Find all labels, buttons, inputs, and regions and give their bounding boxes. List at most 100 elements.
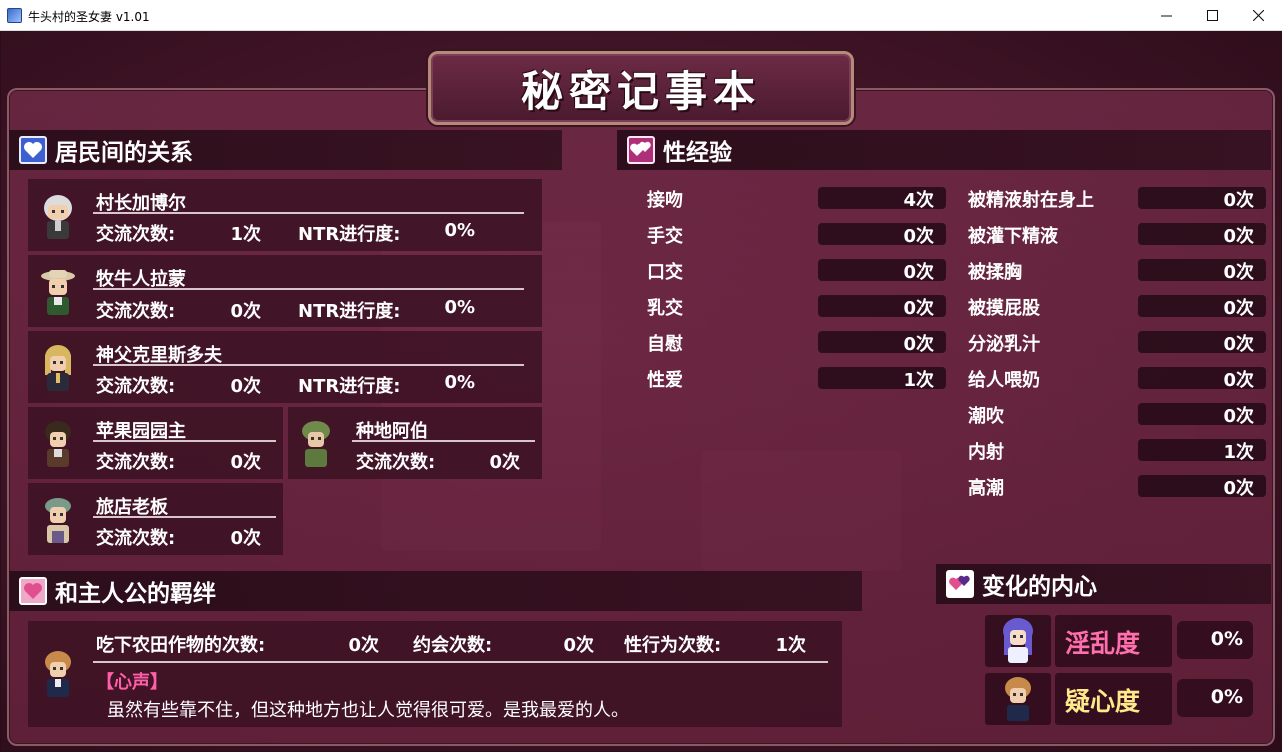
lewdness-value: 0% bbox=[1210, 628, 1243, 650]
close-button[interactable] bbox=[1235, 0, 1281, 31]
minimize-icon bbox=[1160, 15, 1172, 17]
experience-value: 0次 bbox=[903, 298, 934, 319]
suspicion-value: 0% bbox=[1210, 686, 1243, 708]
heart-change-header: 变化的内心 bbox=[936, 564, 1271, 604]
talk-count-value: 0次 bbox=[230, 452, 261, 473]
ntr-label: NTR进行度: bbox=[298, 376, 401, 397]
double-heart-icon bbox=[946, 570, 974, 598]
protagonist-portrait-frame bbox=[985, 673, 1051, 725]
experience-label: 乳交 bbox=[647, 298, 683, 319]
experience-value: 0次 bbox=[1223, 298, 1254, 319]
experience-value: 0次 bbox=[1223, 478, 1254, 499]
experience-label: 手交 bbox=[647, 226, 683, 247]
talk-count-value: 0次 bbox=[230, 376, 261, 397]
lewdness-value-box: 0% bbox=[1177, 621, 1253, 659]
experience-value: 1次 bbox=[903, 370, 934, 391]
talk-count-label: 交流次数: bbox=[96, 376, 176, 397]
app-icon bbox=[7, 8, 22, 23]
crops-eaten-value: 0次 bbox=[348, 635, 379, 656]
page-title: 秘密记事本 bbox=[520, 66, 761, 116]
ntr-value: 0% bbox=[444, 372, 475, 393]
bond-header: 和主人公的羁绊 bbox=[9, 571, 862, 611]
game-screen: 秘密记事本 居民间的关系 村长加博尔 交流次数: 1次 NTR进行度: 0% 牧… bbox=[1, 31, 1281, 751]
ntr-label: NTR进行度: bbox=[298, 224, 401, 245]
innkeeper-portrait-icon bbox=[45, 498, 71, 543]
experience-label: 口交 bbox=[647, 262, 683, 283]
close-icon bbox=[1252, 10, 1264, 21]
experience-value: 0次 bbox=[903, 334, 934, 355]
double-heart-icon bbox=[627, 136, 655, 164]
heart-icon bbox=[19, 136, 47, 164]
lewdness-label-box: 淫乱度 bbox=[1055, 615, 1172, 667]
experience-header: 性经验 bbox=[617, 130, 1271, 170]
maximize-icon bbox=[1206, 10, 1218, 21]
experience-value: 0次 bbox=[903, 262, 934, 283]
ntr-value: 0% bbox=[444, 220, 475, 241]
relations-title: 居民间的关系 bbox=[55, 140, 193, 166]
protagonist-portrait-icon bbox=[45, 651, 71, 697]
talk-count-label: 交流次数: bbox=[96, 301, 176, 322]
experience-label: 潮吹 bbox=[968, 406, 1004, 427]
talk-count-value: 1次 bbox=[230, 224, 261, 245]
crops-eaten-label: 吃下农田作物的次数: bbox=[96, 635, 266, 656]
window-titlebar: 牛头村的圣女妻 v1.01 bbox=[0, 0, 1282, 31]
farmer-portrait-icon bbox=[302, 421, 330, 467]
priest-portrait-icon bbox=[45, 345, 71, 391]
experience-value: 0次 bbox=[1223, 226, 1254, 247]
maximize-button[interactable] bbox=[1189, 0, 1235, 31]
experience-value: 0次 bbox=[1223, 262, 1254, 283]
experience-value: 4次 bbox=[903, 190, 934, 211]
talk-count-label: 交流次数: bbox=[96, 452, 176, 473]
experience-label: 自慰 bbox=[647, 334, 683, 355]
date-count-label: 约会次数: bbox=[413, 635, 493, 656]
experience-label: 被灌下精液 bbox=[968, 226, 1058, 247]
experience-label: 接吻 bbox=[647, 190, 683, 211]
experience-value: 0次 bbox=[1223, 370, 1254, 391]
heart-change-title: 变化的内心 bbox=[982, 574, 1097, 600]
experience-label: 被精液射在身上 bbox=[968, 190, 1094, 211]
inner-voice-label: 【心声】 bbox=[96, 672, 168, 693]
relations-header: 居民间的关系 bbox=[9, 130, 562, 170]
cowherd-portrait-icon bbox=[41, 270, 75, 315]
experience-value: 1次 bbox=[1223, 442, 1254, 463]
experience-label: 高潮 bbox=[968, 478, 1004, 499]
divider bbox=[93, 212, 524, 214]
experience-value: 0次 bbox=[1223, 334, 1254, 355]
minimize-button[interactable] bbox=[1143, 0, 1189, 31]
talk-count-label: 交流次数: bbox=[356, 452, 436, 473]
divider bbox=[93, 440, 276, 442]
notebook-title-plate: 秘密记事本 bbox=[428, 51, 854, 125]
experience-label: 性爱 bbox=[647, 370, 683, 391]
window-title: 牛头村的圣女妻 v1.01 bbox=[28, 10, 150, 24]
experience-label: 分泌乳汁 bbox=[968, 334, 1040, 355]
talk-count-value: 0次 bbox=[230, 301, 261, 322]
experience-value: 0次 bbox=[1223, 190, 1254, 211]
orchard-owner-portrait-icon bbox=[45, 421, 71, 467]
talk-count-label: 交流次数: bbox=[96, 224, 176, 245]
experience-label: 被摸屁股 bbox=[968, 298, 1040, 319]
ntr-label: NTR进行度: bbox=[298, 301, 401, 322]
talk-count-label: 交流次数: bbox=[96, 528, 176, 549]
heart-icon bbox=[19, 577, 47, 605]
suspicion-label: 疑心度 bbox=[1065, 687, 1141, 716]
experience-label: 给人喂奶 bbox=[968, 370, 1040, 391]
inner-voice-text: 虽然有些靠不住，但这种地方也让人觉得很可爱。是我最爱的人。 bbox=[107, 700, 629, 721]
talk-count-value: 0次 bbox=[489, 452, 520, 473]
divider bbox=[93, 516, 276, 518]
sex-count-value: 1次 bbox=[775, 635, 806, 656]
lewdness-label: 淫乱度 bbox=[1065, 629, 1141, 658]
divider bbox=[93, 364, 524, 366]
experience-label: 被揉胸 bbox=[968, 262, 1022, 283]
sex-count-label: 性行为次数: bbox=[624, 635, 722, 656]
suspicion-value-box: 0% bbox=[1177, 679, 1253, 717]
divider bbox=[93, 288, 524, 290]
ntr-value: 0% bbox=[444, 297, 475, 318]
experience-value: 0次 bbox=[903, 226, 934, 247]
heroine-portrait-icon bbox=[1003, 618, 1033, 663]
heroine-portrait-frame bbox=[985, 615, 1051, 667]
divider bbox=[93, 661, 828, 663]
experience-title: 性经验 bbox=[663, 140, 732, 166]
protagonist-small-portrait-icon bbox=[1005, 677, 1031, 721]
talk-count-value: 0次 bbox=[230, 528, 261, 549]
date-count-value: 0次 bbox=[563, 635, 594, 656]
